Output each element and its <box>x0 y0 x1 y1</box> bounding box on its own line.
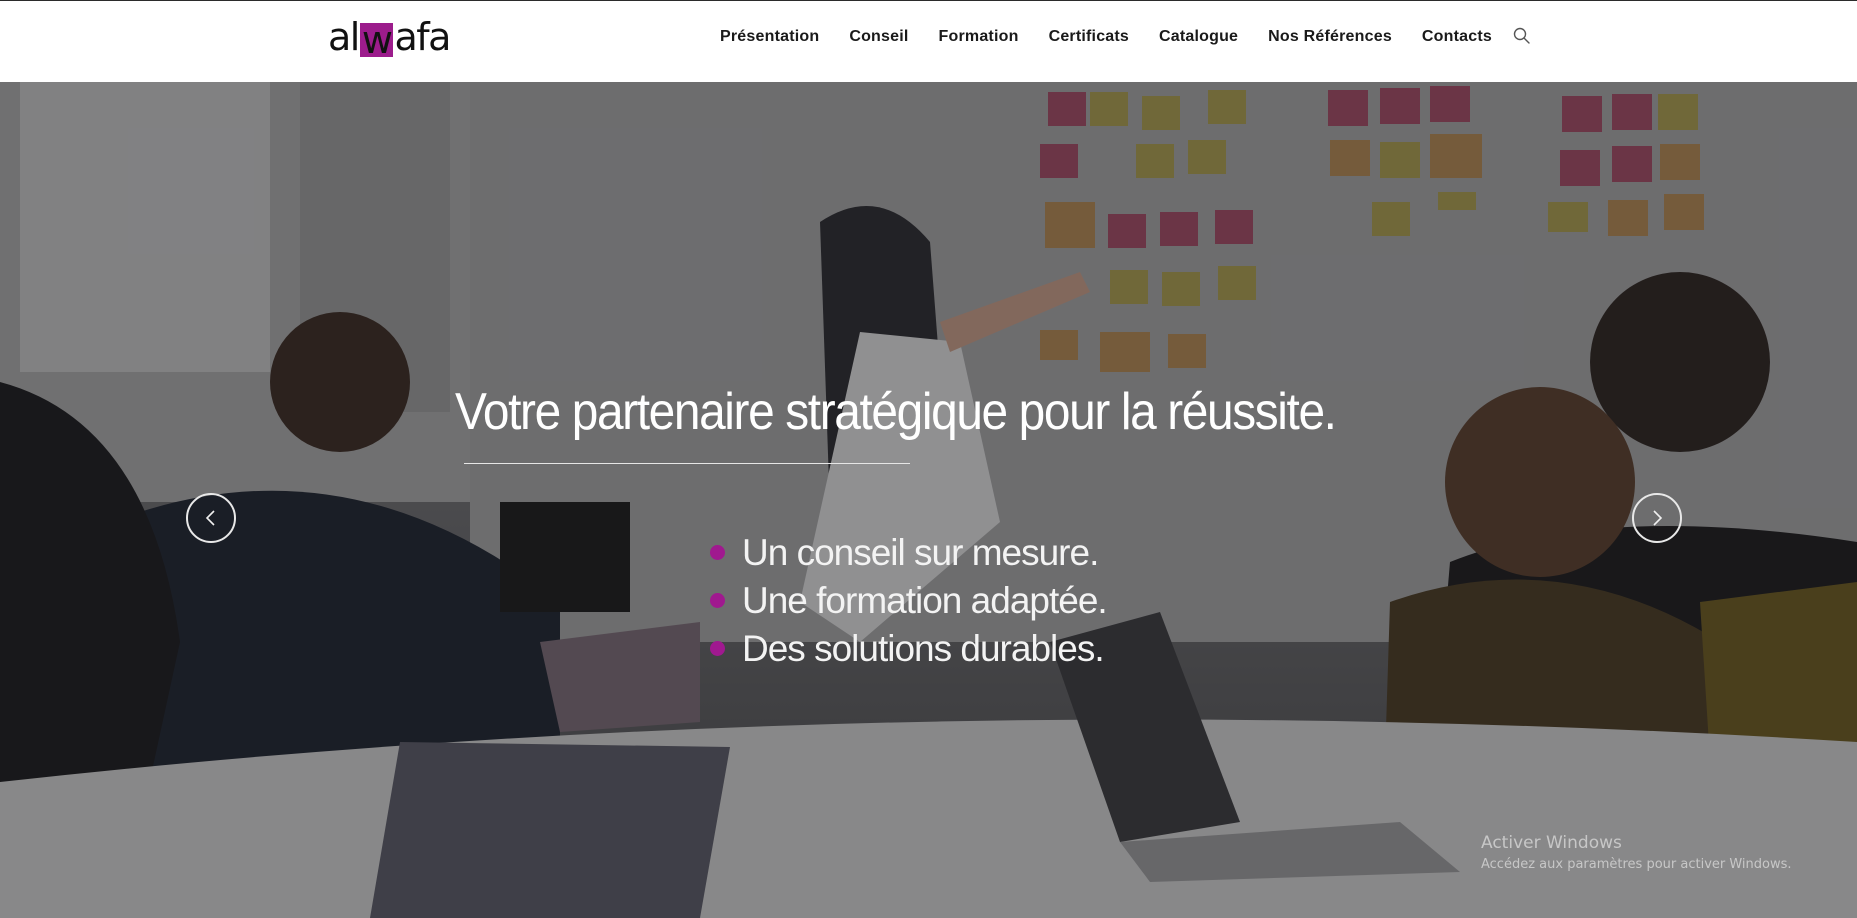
site-header: al w afa Présentation Conseil Formation Ce… <box>0 0 1857 82</box>
watermark-title: Activer Windows <box>1481 833 1622 853</box>
hero-headline: Votre partenaire stratégique pour la réu… <box>455 383 1337 441</box>
bullet-text: Des solutions durables. <box>742 628 1105 669</box>
hero-bullet-list: Un conseil sur mesure. Une formation ada… <box>708 529 1108 673</box>
bullet-item: Des solutions durables. <box>708 625 1107 673</box>
logo-text-start: al <box>328 15 360 59</box>
logo-highlight: w <box>359 18 394 62</box>
bullet-dot-icon <box>710 545 725 560</box>
search-icon[interactable] <box>1512 26 1532 46</box>
bullet-item: Une formation adaptée. <box>708 577 1108 625</box>
watermark-subtitle: Accédez aux paramètres pour activer Wind… <box>1481 857 1792 872</box>
bullet-dot-icon <box>710 641 725 656</box>
dark-overlay <box>0 82 1857 918</box>
bullet-text: Une formation adaptée. <box>742 580 1108 621</box>
nav-item-catalogue[interactable]: Catalogue <box>1159 28 1238 46</box>
nav-item-contacts[interactable]: Contacts <box>1422 28 1492 46</box>
slider-prev-button[interactable] <box>186 493 236 543</box>
chevron-left-icon <box>205 510 215 526</box>
site-logo[interactable]: al w afa <box>328 15 451 62</box>
nav-item-presentation[interactable]: Présentation <box>720 28 819 46</box>
nav-item-references[interactable]: Nos Références <box>1268 28 1392 46</box>
bullet-item: Un conseil sur mesure. <box>708 529 1107 577</box>
bullet-dot-icon <box>710 593 725 608</box>
main-nav: Présentation Conseil Formation Certifica… <box>720 1 1492 73</box>
nav-item-certificats[interactable]: Certificats <box>1049 28 1129 46</box>
nav-item-formation[interactable]: Formation <box>939 28 1019 46</box>
chevron-right-icon <box>1653 510 1663 526</box>
headline-divider <box>464 463 910 464</box>
logo-text-end: afa <box>394 15 451 59</box>
bullet-text: Un conseil sur mesure. <box>742 532 1099 573</box>
hero-slider: Votre partenaire stratégique pour la réu… <box>0 82 1857 918</box>
slider-next-button[interactable] <box>1632 493 1682 543</box>
nav-item-conseil[interactable]: Conseil <box>849 28 908 46</box>
windows-activation-watermark: Activer Windows Accédez aux paramètres p… <box>1481 833 1792 872</box>
